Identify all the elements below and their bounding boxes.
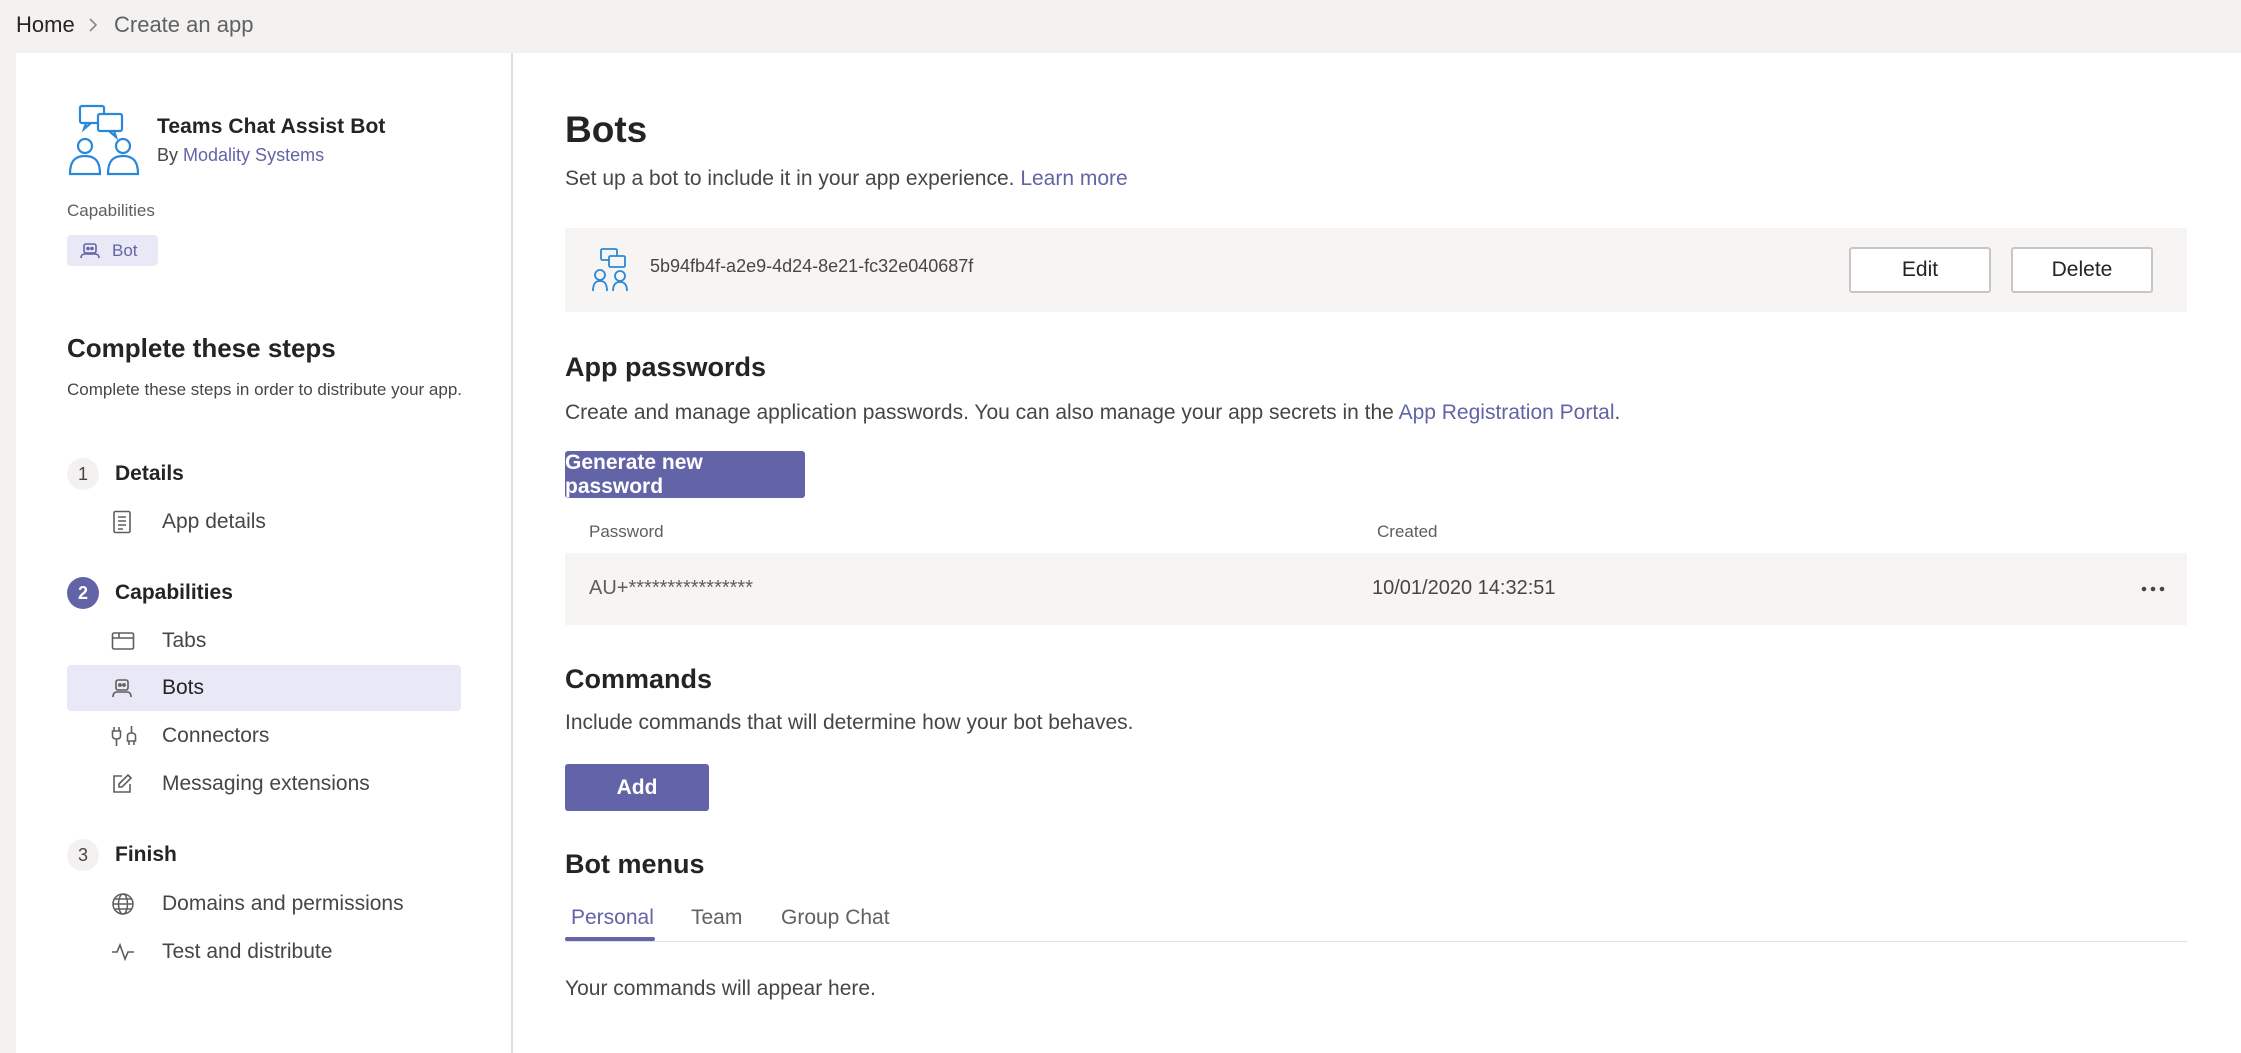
globe-icon (111, 892, 143, 916)
app-registration-portal-link[interactable]: App Registration Portal (1399, 401, 1615, 424)
commands-title: Commands (565, 664, 713, 694)
app-publisher: By Modality Systems (157, 145, 324, 166)
step-number: 3 (67, 839, 99, 871)
sidebar-item-label: Tabs (162, 629, 207, 652)
sidebar-item-test-and-distribute[interactable]: Test and distribute (67, 929, 461, 975)
by-prefix: By (157, 145, 179, 165)
page-subtitle: Set up a bot to include it in your app e… (565, 167, 1128, 191)
bot-id: 5b94fb4f-a2e9-4d24-8e21-fc32e040687f (650, 256, 974, 276)
trailing-period: . (1614, 401, 1621, 424)
document-icon (111, 510, 143, 534)
chevron-right-icon (86, 11, 102, 39)
pulse-icon (111, 942, 143, 962)
sidebar-item-domains-and-permissions[interactable]: Domains and permissions (67, 881, 461, 927)
sidebar-item-label: App details (162, 510, 266, 533)
sidebar-item-bots[interactable]: Bots (67, 665, 461, 711)
column-header-password: Password (589, 522, 664, 541)
breadcrumb-home-link[interactable]: Home (16, 11, 75, 39)
edit-button[interactable]: Edit (1849, 247, 1991, 293)
steps-title: Complete these steps (67, 333, 336, 363)
step-number: 1 (67, 458, 99, 490)
app-name: Teams Chat Assist Bot (157, 115, 386, 138)
password-value: AU+**************** (589, 577, 753, 599)
tab-icon (111, 631, 143, 651)
description-text: Create and manage application passwords.… (565, 401, 1394, 424)
bot-avatar-icon (591, 248, 631, 292)
created-date: 10/01/2020 14:32:51 (1372, 577, 1556, 599)
bot-icon (80, 242, 100, 260)
step-capabilities: 2 Capabilities (67, 577, 233, 609)
sidebar-item-label: Test and distribute (162, 940, 333, 963)
sidebar-item-connectors[interactable]: Connectors (67, 713, 461, 759)
bot-row: 5b94fb4f-a2e9-4d24-8e21-fc32e040687f Edi… (565, 228, 2187, 312)
add-command-button[interactable]: Add (565, 764, 709, 811)
subtitle-text: Set up a bot to include it in your app e… (565, 167, 1015, 190)
page-title: Bots (565, 109, 648, 150)
commands-description: Include commands that will determine how… (565, 711, 1134, 734)
tab-team[interactable]: Team (691, 906, 742, 930)
capabilities-label: Capabilities (67, 201, 155, 220)
step-finish: 3 Finish (67, 839, 177, 871)
learn-more-link[interactable]: Learn more (1020, 167, 1127, 190)
sidebar-item-label: Connectors (162, 724, 270, 747)
tab-group-chat[interactable]: Group Chat (781, 906, 890, 930)
sidebar-item-app-details[interactable]: App details (67, 499, 461, 545)
publisher-link[interactable]: Modality Systems (183, 145, 324, 165)
generate-password-button[interactable]: Generate new password (565, 451, 805, 498)
breadcrumb-current: Create an app (114, 12, 254, 37)
bot-icon (111, 677, 143, 699)
step-number: 2 (67, 577, 99, 609)
table-row: AU+**************** 10/01/2020 14:32:51 (565, 553, 2187, 625)
tab-personal[interactable]: Personal (571, 906, 654, 930)
main-content: Bots Set up a bot to include it in your … (513, 53, 2241, 1053)
delete-button[interactable]: Delete (2011, 247, 2153, 293)
app-passwords-title: App passwords (565, 352, 767, 382)
sidebar-item-label: Domains and permissions (162, 892, 404, 915)
sidebar-item-messaging-extensions[interactable]: Messaging extensions (67, 761, 461, 807)
breadcrumb: Home Create an app (0, 0, 2241, 53)
step-title: Details (115, 462, 184, 485)
sidebar-item-label: Bots (162, 676, 205, 699)
edit-icon (111, 773, 143, 795)
more-options-icon[interactable] (2133, 577, 2173, 601)
bot-menus-title: Bot menus (565, 849, 705, 879)
app-icon (66, 104, 142, 176)
steps-description: Complete these steps in order to distrib… (67, 380, 462, 399)
column-header-created: Created (1377, 522, 1438, 541)
sidebar-item-label: Messaging extensions (162, 772, 370, 795)
capability-badge-label: Bot (112, 240, 138, 260)
app-passwords-description: Create and manage application passwords.… (565, 401, 1620, 425)
connector-icon (111, 725, 143, 747)
step-title: Capabilities (115, 581, 233, 604)
sidebar: Teams Chat Assist Bot By Modality System… (16, 53, 513, 1053)
step-title: Finish (115, 843, 177, 866)
step-details: 1 Details (67, 458, 184, 490)
capability-badge: Bot (67, 235, 158, 266)
sidebar-item-tabs[interactable]: Tabs (67, 618, 461, 664)
